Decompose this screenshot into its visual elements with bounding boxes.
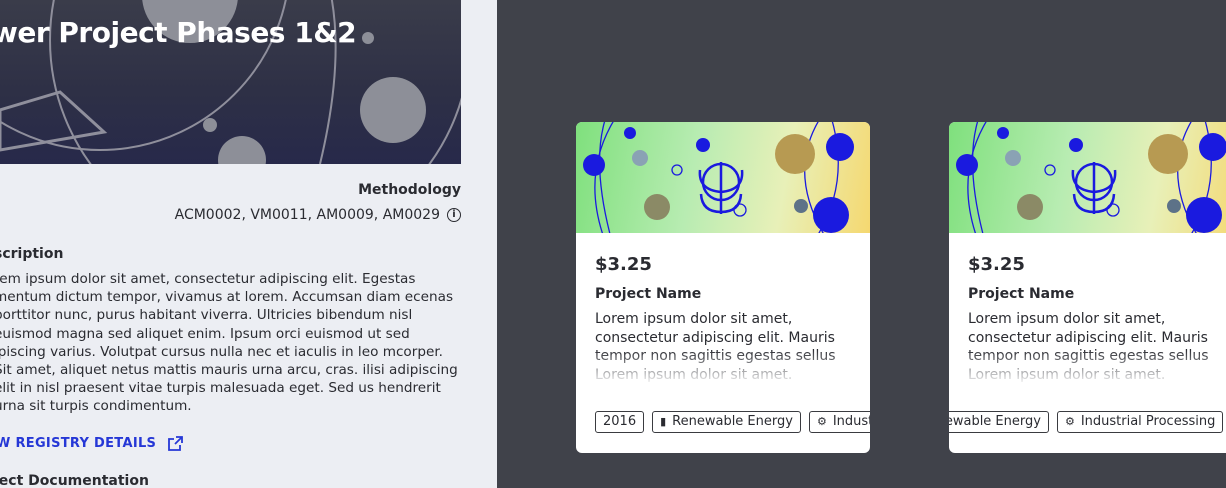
methodology-label: Methodology bbox=[358, 182, 461, 198]
agriculture-artwork bbox=[956, 122, 1226, 233]
description-text: rem ipsum dolor sit amet, consectetur ad… bbox=[0, 271, 458, 415]
external-link-icon bbox=[168, 436, 184, 451]
card-tags: 2016 ▮ Renewable Energy ⚙ Industrial Pro… bbox=[595, 411, 870, 433]
methodology-codes: ACM0002, VM0011, AM0009, AM0029 bbox=[174, 207, 440, 223]
card-tags: 2016 ▮ Renewable Energy ⚙ Industrial Pro… bbox=[949, 411, 1224, 433]
registry-link-label: W REGISTRY DETAILS bbox=[0, 436, 157, 451]
description-label: scription bbox=[0, 246, 64, 262]
methodology-value: ACM0002, VM0011, AM0009, AM0029 i bbox=[175, 207, 461, 223]
tag-renewable-energy[interactable]: ▮ Renewable Energy bbox=[949, 411, 1049, 433]
tag-label: Industrial Processing bbox=[832, 414, 870, 429]
project-hero-image: wer Project Phases 1&2 bbox=[0, 0, 461, 164]
tag-label: Renewable Energy bbox=[949, 414, 1041, 429]
card-project-name: Project Name bbox=[595, 286, 702, 302]
view-registry-details-link[interactable]: W REGISTRY DETAILS bbox=[0, 436, 184, 451]
factory-icon: ⚙ bbox=[816, 415, 827, 428]
card-image bbox=[949, 122, 1226, 233]
tag-year[interactable]: 2016 bbox=[595, 411, 645, 433]
project-title: wer Project Phases 1&2 bbox=[0, 16, 357, 49]
tag-label: 2016 bbox=[603, 414, 637, 429]
card-description: Lorem ipsum dolor sit amet, consectetur … bbox=[968, 311, 1209, 382]
tag-industrial-processing[interactable]: ⚙ Industrial Processing bbox=[808, 411, 870, 433]
tag-label: Industrial Processing bbox=[1080, 414, 1216, 429]
card-image bbox=[576, 122, 870, 233]
documentation-label: ject Documentation bbox=[0, 473, 149, 488]
factory-icon: ⚙ bbox=[1064, 415, 1075, 428]
project-card[interactable]: $3.25 Project Name Lorem ipsum dolor sit… bbox=[576, 122, 870, 453]
tag-industrial-processing[interactable]: ⚙ Industrial Processing bbox=[1056, 411, 1224, 433]
info-icon[interactable]: i bbox=[447, 208, 461, 222]
card-description: Lorem ipsum dolor sit amet, consectetur … bbox=[595, 311, 836, 382]
battery-icon: ▮ bbox=[660, 415, 667, 428]
card-price: $3.25 bbox=[968, 254, 1025, 275]
card-project-name: Project Name bbox=[968, 286, 1075, 302]
project-card[interactable]: $3.25 Project Name Lorem ipsum dolor sit… bbox=[949, 122, 1226, 453]
tag-renewable-energy[interactable]: ▮ Renewable Energy bbox=[652, 411, 801, 433]
agriculture-artwork bbox=[583, 122, 854, 233]
tag-label: Renewable Energy bbox=[672, 414, 793, 429]
project-detail-panel: wer Project Phases 1&2 Methodology ACM00… bbox=[0, 0, 497, 488]
card-price: $3.25 bbox=[595, 254, 652, 275]
